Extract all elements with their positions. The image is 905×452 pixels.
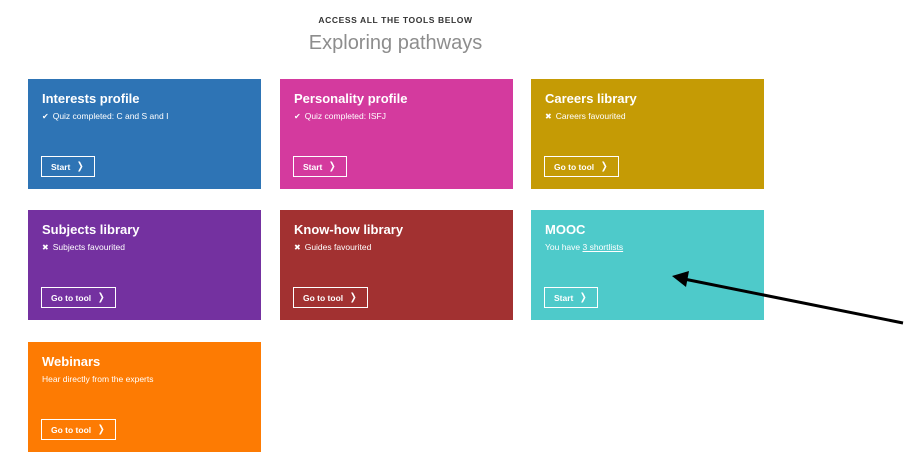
arrowhead-icon bbox=[672, 271, 689, 287]
arrow-shaft bbox=[683, 277, 904, 325]
annotation-arrow bbox=[672, 271, 904, 325]
